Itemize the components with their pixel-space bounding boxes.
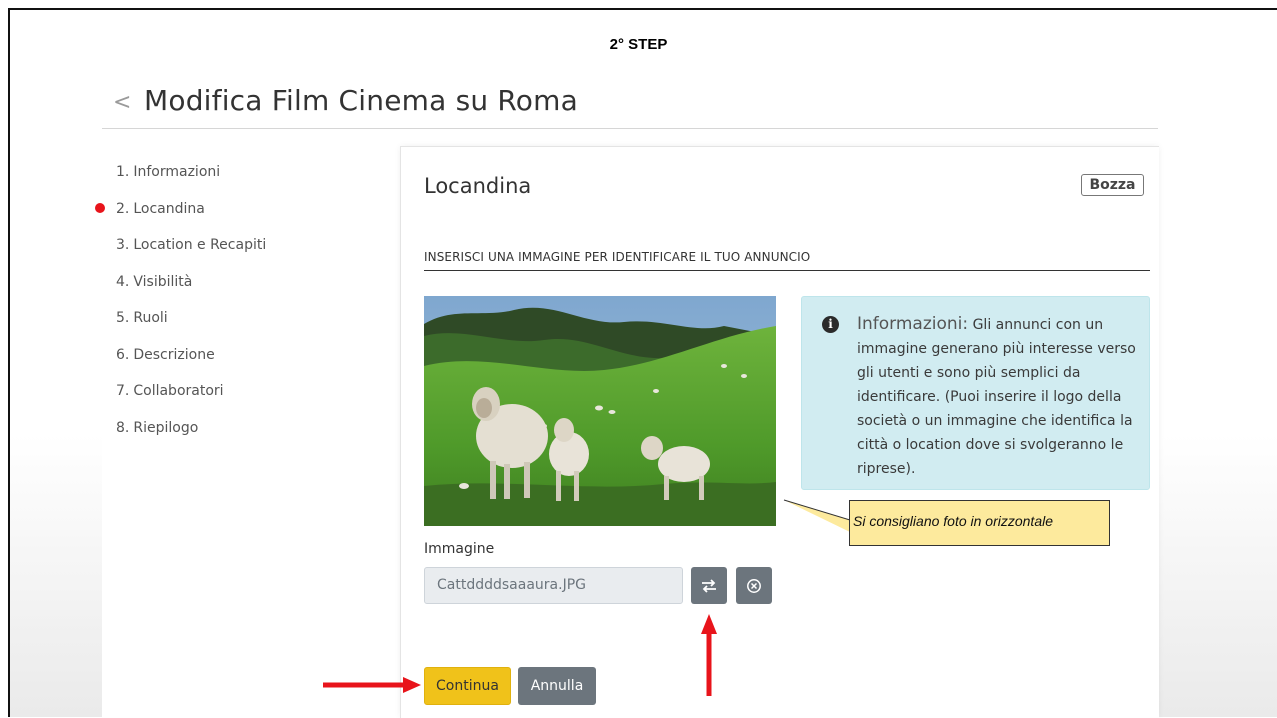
swap-arrows-icon <box>702 578 716 593</box>
close-circle-icon <box>747 578 761 593</box>
info-body: Gli annunci con un immagine generano più… <box>857 317 1136 477</box>
step-item-location-recapiti[interactable]: 3. Location e Recapiti <box>116 237 266 274</box>
step-item-locandina[interactable]: 2. Locandina <box>116 201 266 238</box>
card-title: Locandina <box>424 174 532 198</box>
continue-button[interactable]: Continua <box>424 667 511 705</box>
back-chevron-icon[interactable]: < <box>113 90 131 115</box>
orientation-callout: Si consigliano foto in orizzontale <box>849 500 1110 546</box>
step-item-ruoli[interactable]: 5. Ruoli <box>116 310 266 347</box>
step-item-descrizione[interactable]: 6. Descrizione <box>116 347 266 384</box>
cancel-button[interactable]: Annulla <box>518 667 596 705</box>
step-item-visibilita[interactable]: 4. Visibilità <box>116 274 266 311</box>
image-preview <box>424 296 776 526</box>
active-step-marker <box>95 203 105 213</box>
remove-image-button[interactable] <box>736 567 772 604</box>
info-text: Informazioni: Gli annunci con un immagin… <box>857 312 1137 481</box>
sheep-photo <box>424 296 776 526</box>
image-field-label: Immagine <box>424 541 495 557</box>
section-divider <box>424 270 1150 271</box>
step-item-informazioni[interactable]: 1. Informazioni <box>116 164 266 201</box>
info-circle-icon: i <box>822 316 839 333</box>
image-file-input[interactable]: Cattddddsaaaura.JPG <box>424 567 683 604</box>
title-divider <box>102 128 1158 129</box>
replace-image-button[interactable] <box>691 567 727 604</box>
page-title: Modifica Film Cinema su Roma <box>144 84 578 117</box>
step-item-riepilogo[interactable]: 8. Riepilogo <box>116 420 266 457</box>
steps-nav: 1. Informazioni 2. Locandina 3. Location e … <box>116 164 266 456</box>
step-item-collaboratori[interactable]: 7. Collaboratori <box>116 383 266 420</box>
section-heading: INSERISCI UNA IMMAGINE PER IDENTIFICARE … <box>424 250 811 264</box>
step-title: 2° STEP <box>609 36 668 53</box>
info-lead: Informazioni: <box>857 314 969 334</box>
status-badge: Bozza <box>1081 174 1144 196</box>
